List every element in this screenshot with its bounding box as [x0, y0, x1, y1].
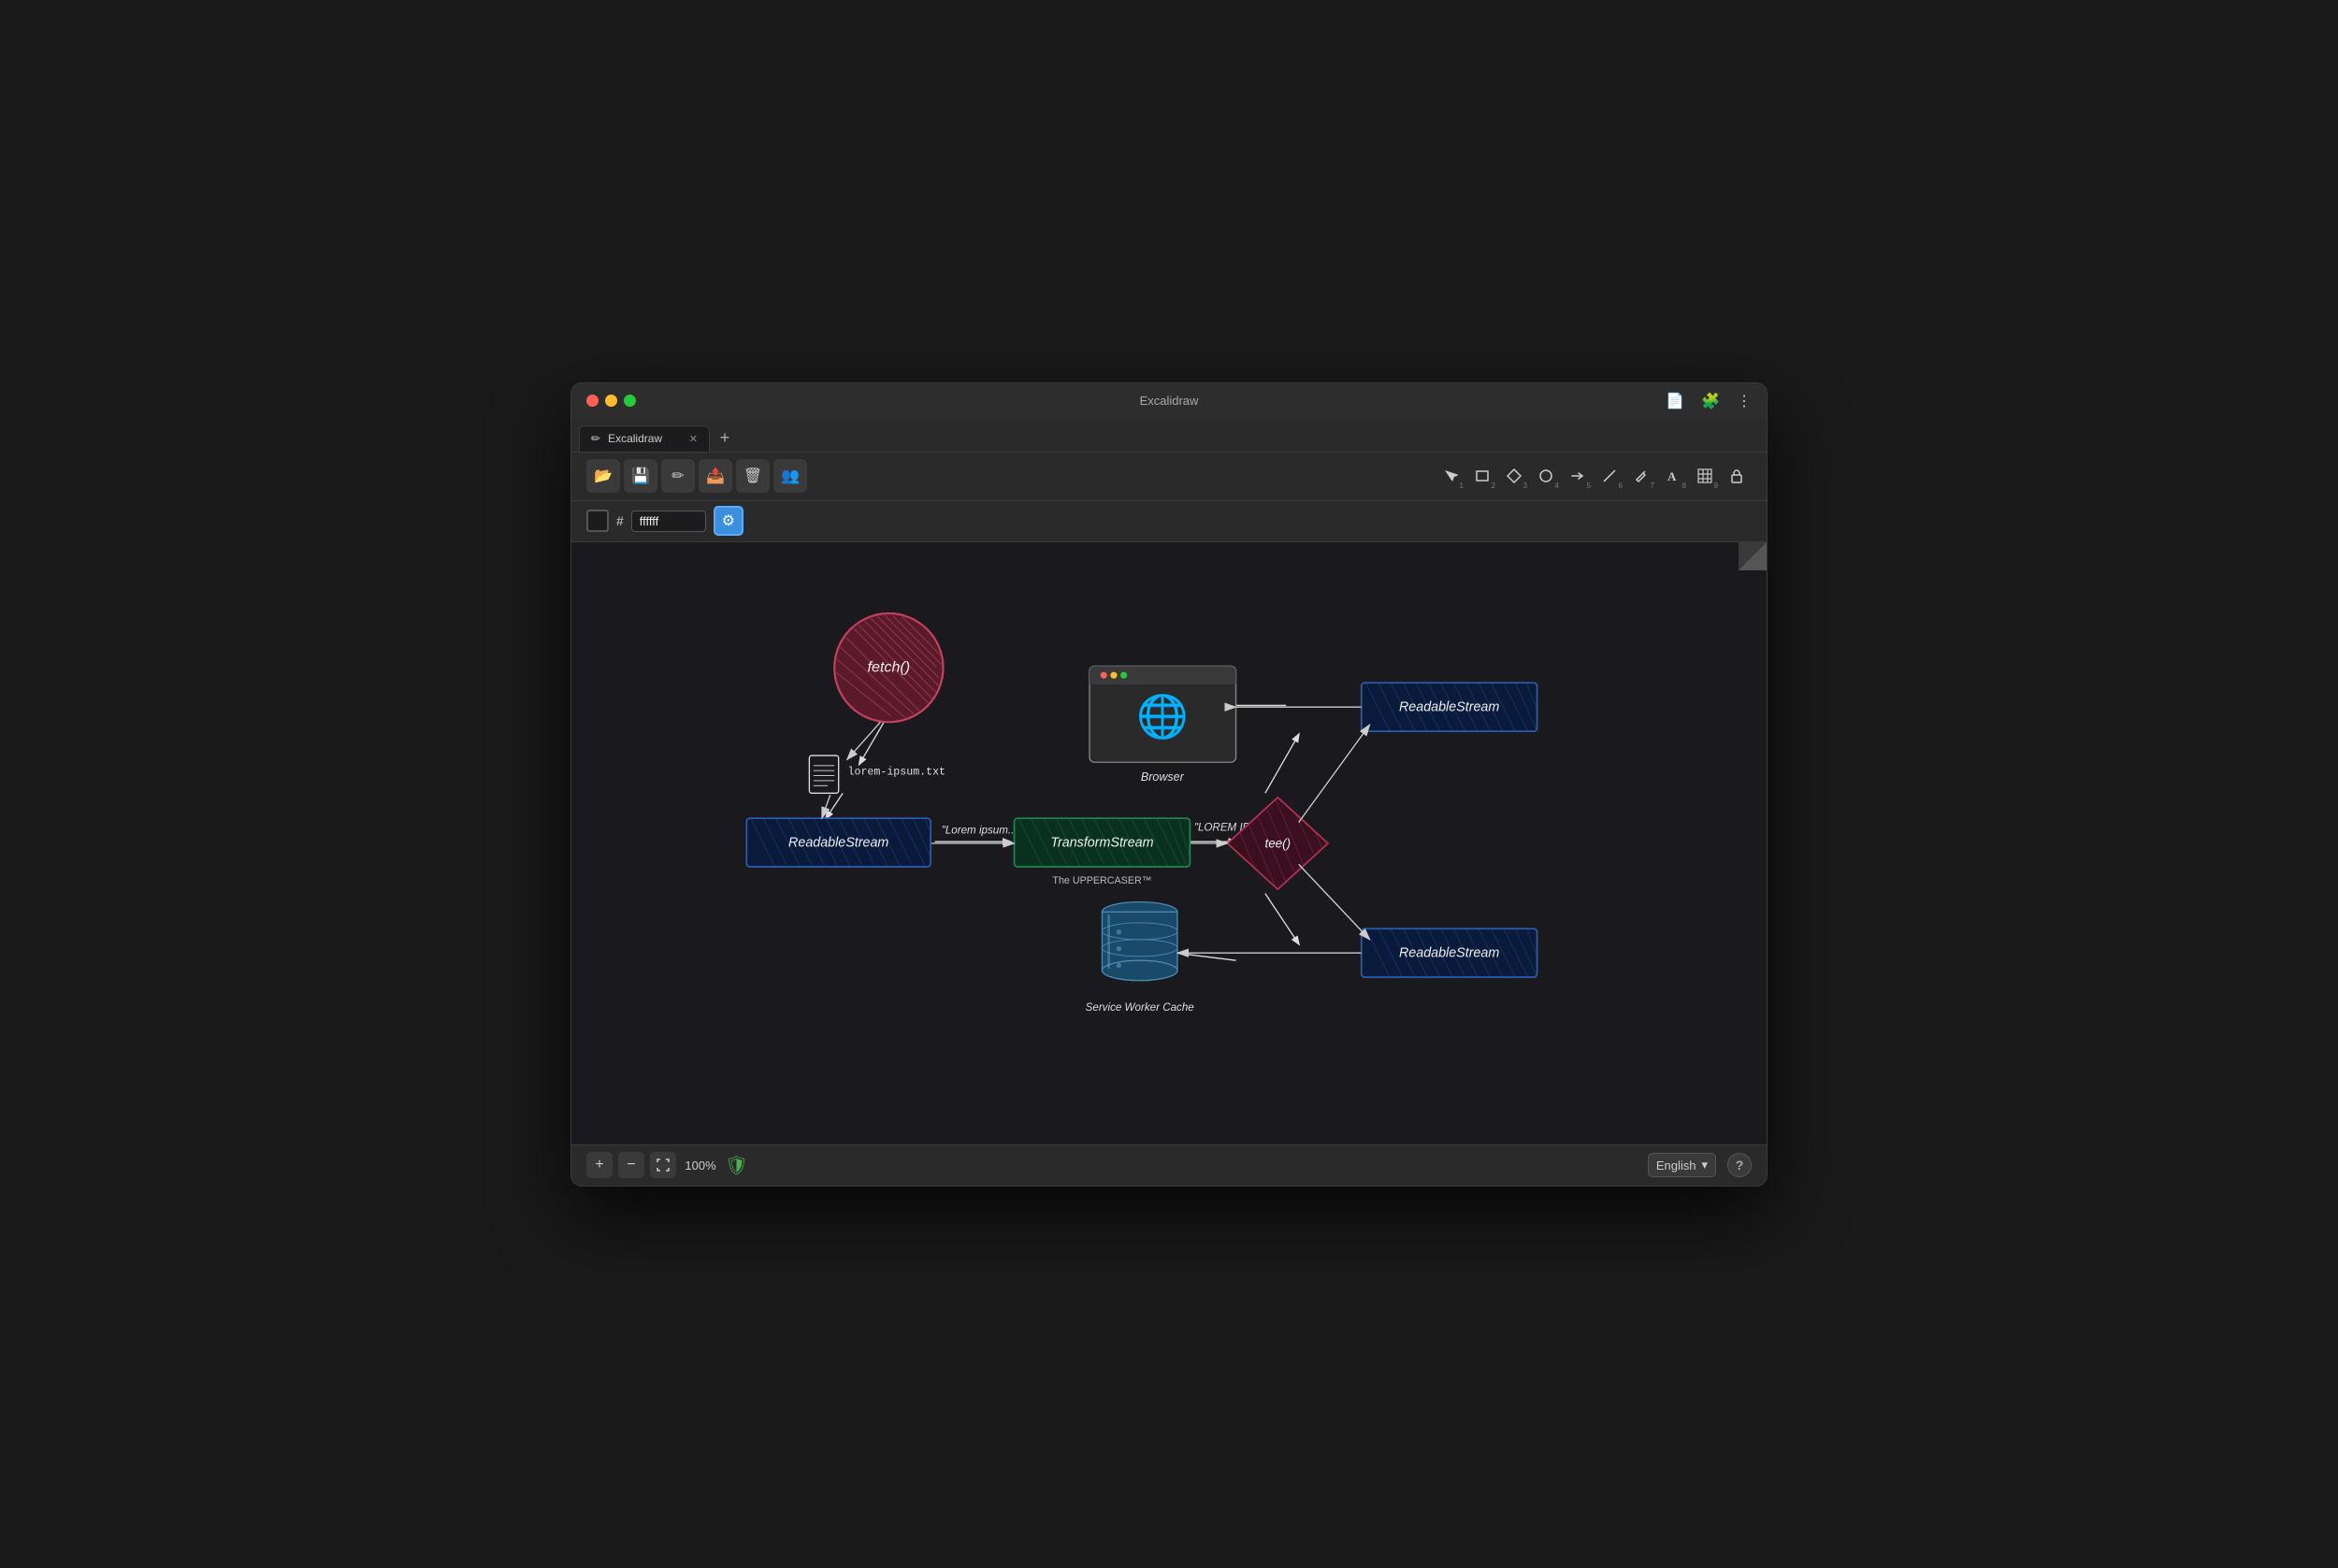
window-actions: 📄 🧩 ⋮: [1666, 392, 1752, 410]
color-hex-input[interactable]: ffffff: [631, 511, 706, 532]
export-btn[interactable]: 📤: [699, 459, 732, 493]
svg-text:tee(): tee(): [1264, 836, 1291, 850]
rectangle-tool[interactable]: 2: [1467, 461, 1497, 491]
shield-icon: 🛡: [725, 1154, 748, 1177]
close-button[interactable]: [586, 395, 599, 407]
zoom-in-btn[interactable]: +: [586, 1152, 613, 1178]
language-label: English: [1656, 1158, 1696, 1172]
zoom-controls: + − 100% 🛡: [586, 1152, 748, 1178]
lock-tool[interactable]: [1722, 461, 1752, 491]
tab-icon: ✏: [591, 432, 600, 445]
select-tool[interactable]: 1: [1436, 461, 1465, 491]
svg-text:"Lorem ipsum..": "Lorem ipsum..": [942, 824, 1019, 836]
svg-text:lorem-ipsum.txt: lorem-ipsum.txt: [848, 766, 946, 778]
bottom-right-controls: English ▾ ?: [1648, 1153, 1752, 1177]
new-tab-btn[interactable]: +: [714, 427, 736, 450]
zoom-level: 100%: [682, 1158, 719, 1172]
title-bar: Excalidraw 📄 🧩 ⋮: [571, 383, 1767, 419]
color-settings-btn[interactable]: ⚙: [714, 506, 743, 536]
edit-btn[interactable]: ✏: [661, 459, 695, 493]
line-tool[interactable]: 6: [1595, 461, 1624, 491]
open-file-btn[interactable]: 📂: [586, 459, 620, 493]
puzzle-icon[interactable]: 🧩: [1701, 392, 1720, 410]
delete-btn[interactable]: 🗑: [736, 459, 770, 493]
mac-window: Excalidraw 📄 🧩 ⋮ ✏ Excalidraw ✕ + 📂 💾 ✏ …: [570, 382, 1768, 1187]
document-icon[interactable]: 📄: [1666, 392, 1684, 410]
arrow-tool[interactable]: 5: [1563, 461, 1593, 491]
save-btn[interactable]: 💾: [624, 459, 657, 493]
pencil-tool[interactable]: 7: [1626, 461, 1656, 491]
tab-close-btn[interactable]: ✕: [689, 433, 698, 445]
toolbar-file-tools: 📂 💾 ✏ 📤 🗑 👥: [586, 459, 807, 493]
hash-symbol: #: [616, 513, 624, 528]
active-tab[interactable]: ✏ Excalidraw ✕: [579, 425, 710, 452]
table-tool[interactable]: 9: [1690, 461, 1720, 491]
more-icon[interactable]: ⋮: [1737, 392, 1752, 410]
svg-text:TransformStream: TransformStream: [1050, 835, 1153, 850]
share-btn[interactable]: 👥: [773, 459, 807, 493]
text-tool[interactable]: A 8: [1658, 461, 1688, 491]
svg-text:ReadableStream: ReadableStream: [1399, 945, 1499, 960]
fit-view-btn[interactable]: [650, 1152, 676, 1178]
svg-text:The UPPERCASER™: The UPPERCASER™: [1052, 874, 1151, 885]
chevron-down-icon: ▾: [1701, 1158, 1708, 1172]
tab-label: Excalidraw: [608, 432, 662, 445]
tab-bar: ✏ Excalidraw ✕ +: [571, 419, 1767, 453]
toolbar-drawing-tools: 1 2 3 4 5 6 7: [1436, 461, 1752, 491]
language-selector[interactable]: English ▾: [1648, 1153, 1716, 1177]
svg-text:fetch(): fetch(): [868, 658, 911, 675]
svg-text:🌐: 🌐: [1136, 692, 1189, 740]
ellipse-tool[interactable]: 4: [1531, 461, 1561, 491]
window-title: Excalidraw: [1140, 394, 1199, 408]
maximize-button[interactable]: [624, 395, 636, 407]
canvas-area[interactable]: fetch() lorem-ipsum.txt: [571, 542, 1767, 1144]
traffic-lights: [586, 395, 636, 407]
zoom-out-btn[interactable]: −: [618, 1152, 644, 1178]
diamond-tool[interactable]: 3: [1499, 461, 1529, 491]
bottom-bar: + − 100% 🛡 English ▾ ?: [571, 1144, 1767, 1186]
svg-text:A: A: [1667, 469, 1677, 483]
minimize-button[interactable]: [605, 395, 617, 407]
svg-text:Service Worker Cache: Service Worker Cache: [1086, 1000, 1195, 1013]
svg-text:ReadableStream: ReadableStream: [1399, 699, 1499, 714]
toolbar: 📂 💾 ✏ 📤 🗑 👥 1 2 3 4: [571, 453, 1767, 501]
help-button[interactable]: ?: [1727, 1153, 1752, 1177]
color-swatch[interactable]: [586, 510, 609, 532]
svg-text:Browser: Browser: [1141, 770, 1185, 783]
svg-text:ReadableStream: ReadableStream: [788, 835, 888, 850]
color-bar: # ffffff ⚙: [571, 501, 1767, 542]
